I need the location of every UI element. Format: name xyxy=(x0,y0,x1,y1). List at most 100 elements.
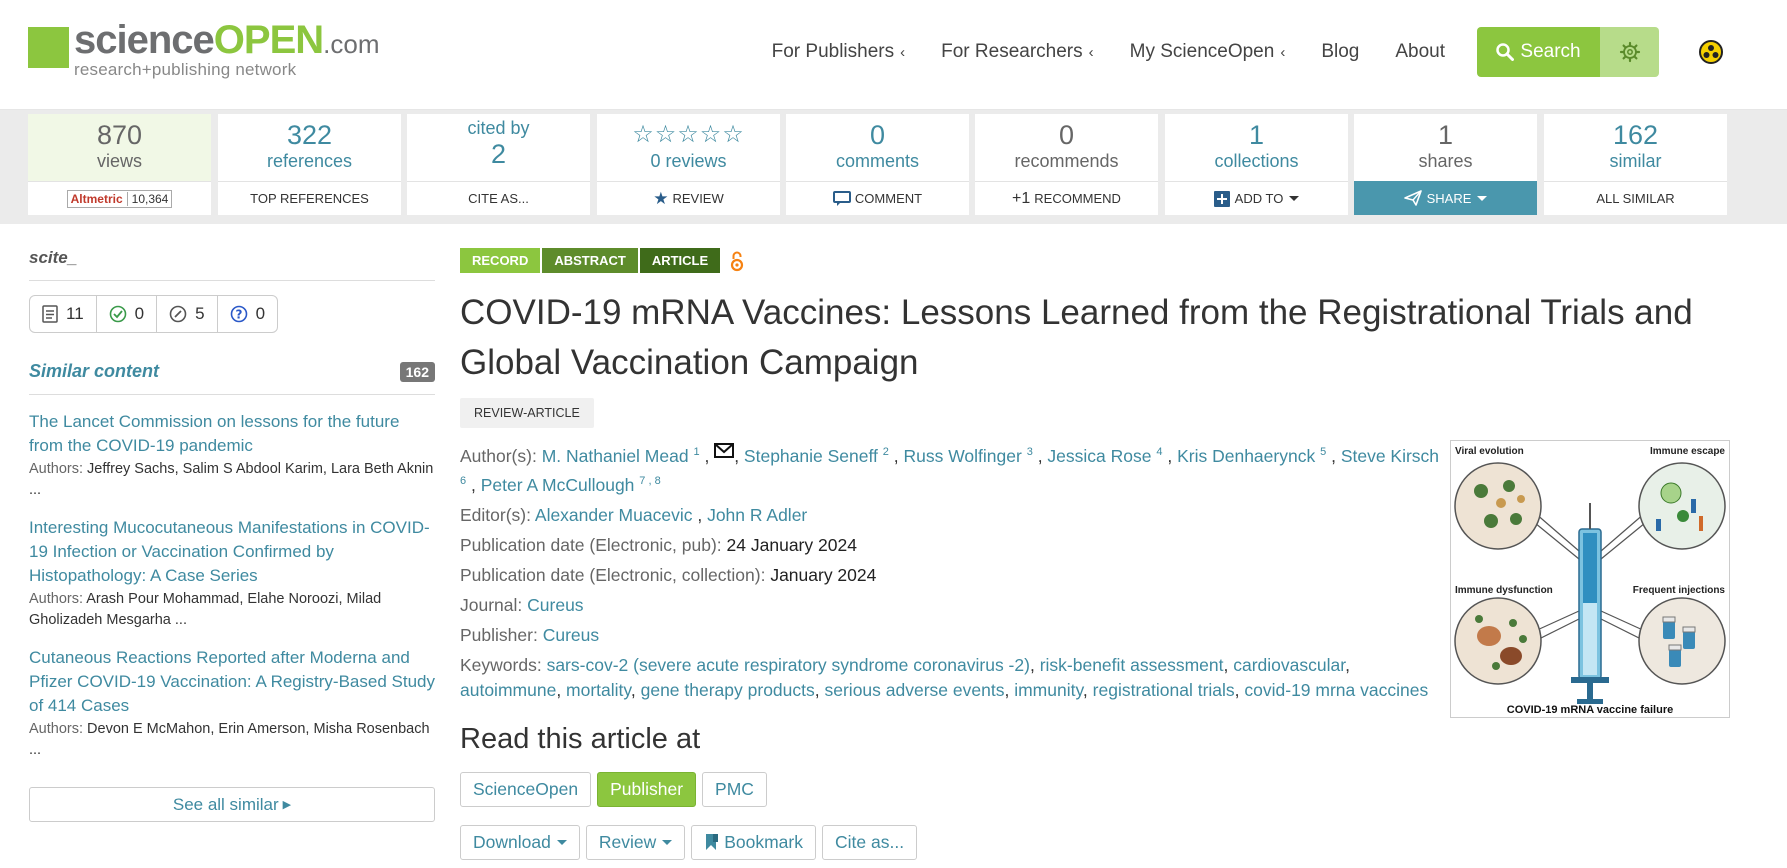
cite-as-dropdown-button[interactable]: Cite as... xyxy=(822,824,918,860)
read-at-scienceopen-button[interactable]: ScienceOpen xyxy=(460,771,592,807)
email-icon[interactable] xyxy=(714,442,735,458)
similar-item-authors: Authors: Jeffrey Sachs, Salim S Abdool K… xyxy=(29,461,434,498)
keyword-link[interactable]: mortality xyxy=(566,680,631,700)
metric-collections: 1 collections ADD TO xyxy=(1165,114,1348,215)
bookmark-button[interactable]: Bookmark xyxy=(691,824,816,860)
metric-views: 870 views Altmetric 10,364 xyxy=(28,114,211,215)
settings-button[interactable] xyxy=(1600,27,1659,77)
altmetric-badge[interactable]: Altmetric 10,364 xyxy=(28,181,211,215)
scite-contrasting: ? 0 xyxy=(218,296,277,332)
author-link[interactable]: M. Nathaniel Mead xyxy=(542,446,689,466)
read-at-publisher-button[interactable]: Publisher xyxy=(597,771,697,807)
keyword-link[interactable]: gene therapy products xyxy=(641,680,815,700)
see-all-similar-button[interactable]: See all similar ▶ xyxy=(29,787,435,822)
scite-supporting: 0 xyxy=(97,296,158,332)
slash-circle-icon xyxy=(169,305,187,323)
scite-badge[interactable]: 11 0 5 ? 0 xyxy=(29,295,279,333)
similar-item: Interesting Mucocutaneous Manifestations… xyxy=(29,516,435,631)
article-title: COVID-19 mRNA Vaccines: Lessons Learned … xyxy=(460,293,1693,382)
scienceopen-logo[interactable]: scienceOPEN.com research+publishing netw… xyxy=(28,20,379,78)
chevron-left-icon: ‹ xyxy=(1280,43,1286,61)
search-button[interactable]: Search xyxy=(1477,27,1600,77)
authors-row: Author(s): M. Nathaniel Mead 1 , , Steph… xyxy=(460,440,1440,498)
author-link[interactable]: Jessica Rose xyxy=(1047,446,1151,466)
add-to-button[interactable]: ADD TO xyxy=(1165,181,1348,215)
caret-down-icon xyxy=(662,839,673,845)
graphical-abstract-image: Viral evolution Immune escape Immune dys… xyxy=(1454,446,1726,716)
similar-count-badge: 162 xyxy=(399,361,435,382)
editor-link[interactable]: John R Adler xyxy=(707,505,807,525)
logo-square xyxy=(28,27,69,68)
keyword-link[interactable]: autoimmune xyxy=(460,680,556,700)
scite-logo[interactable]: scite_ xyxy=(29,248,435,281)
similar-item-title[interactable]: Cutaneous Reactions Reported after Moder… xyxy=(29,646,435,718)
keyword-link[interactable]: risk-benefit assessment xyxy=(1040,655,1224,675)
metric-comments: 0 comments COMMENT xyxy=(786,114,969,215)
sidebar: scite_ 11 0 5 ? 0 Similar content 162 Th… xyxy=(29,248,435,822)
plus-square-icon xyxy=(1213,190,1230,207)
similar-item-authors: Authors: Devon E McMahon, Erin Amerson, … xyxy=(29,721,430,758)
read-article-buttons: ScienceOpen Publisher PMC xyxy=(460,771,1730,807)
graphical-abstract[interactable]: Viral evolution Immune escape Immune dys… xyxy=(1450,440,1730,718)
tag-record[interactable]: RECORD xyxy=(460,248,541,273)
similar-item-title[interactable]: The Lancet Commission on lessons for the… xyxy=(29,410,435,458)
review-dropdown-button[interactable]: Review xyxy=(585,824,686,860)
gear-icon xyxy=(1619,41,1640,63)
author-link[interactable]: Peter A McCullough xyxy=(481,475,635,495)
editor-link[interactable]: Alexander Muacevic xyxy=(535,505,693,525)
check-circle-icon xyxy=(109,305,126,323)
keyword-link[interactable]: immunity xyxy=(1014,680,1083,700)
pubdate-collection-row: Publication date (Electronic, collection… xyxy=(460,564,877,585)
author-link[interactable]: Kris Denhaerynck xyxy=(1177,446,1315,466)
send-icon xyxy=(1403,190,1422,206)
keyword-link[interactable]: sars-cov-2 (severe acute respiratory syn… xyxy=(547,655,1030,675)
metric-references: 322 references TOP REFERENCES xyxy=(218,114,401,215)
nav-about[interactable]: About xyxy=(1395,41,1445,63)
editors-row: Editor(s): Alexander Muacevic , John R A… xyxy=(460,504,808,525)
download-button[interactable]: Download xyxy=(460,824,580,860)
author-link[interactable]: Steve Kirsch xyxy=(1341,446,1439,466)
share-button[interactable]: SHARE xyxy=(1354,181,1537,215)
nav-my-scienceopen[interactable]: My ScienceOpen ‹ xyxy=(1130,41,1286,63)
article-type-tags: RECORD ABSTRACT ARTICLE xyxy=(460,248,1730,273)
similar-item: Cutaneous Reactions Reported after Moder… xyxy=(29,646,435,761)
journal-link[interactable]: Cureus xyxy=(527,595,583,615)
keyword-link[interactable]: registrational trials xyxy=(1093,680,1235,700)
similar-content-title[interactable]: Similar content xyxy=(29,361,159,382)
user-menu-button[interactable] xyxy=(1699,40,1723,64)
chevron-left-icon: ‹ xyxy=(900,43,906,61)
recommend-button[interactable]: +1 RECOMMEND xyxy=(975,181,1158,215)
cite-as-button[interactable]: CITE AS... xyxy=(407,181,590,215)
nav-for-researchers[interactable]: For Researchers ‹ xyxy=(941,41,1094,63)
all-similar-button[interactable]: ALL SIMILAR xyxy=(1544,181,1727,215)
comment-button[interactable]: COMMENT xyxy=(786,181,969,215)
top-references-button[interactable]: TOP REFERENCES xyxy=(218,181,401,215)
metric-recommends: 0 recommends +1 RECOMMEND xyxy=(975,114,1158,215)
open-access-icon xyxy=(731,251,744,271)
caret-down-icon xyxy=(1477,195,1488,201)
publisher-link[interactable]: Cureus xyxy=(543,625,599,645)
review-button[interactable]: ★ REVIEW xyxy=(597,181,780,215)
metric-cited-by: cited by 2 CITE AS... xyxy=(407,114,590,215)
keyword-link[interactable]: serious adverse events xyxy=(825,680,1005,700)
svg-text:Viral evolution: Viral evolution xyxy=(1455,446,1524,457)
article-action-buttons: Download Review Bookmark Cite as... xyxy=(460,824,1730,860)
author-link[interactable]: Stephanie Seneff xyxy=(744,446,878,466)
nav-blog[interactable]: Blog xyxy=(1321,41,1359,63)
similar-item-authors: Authors: Arash Pour Mohammad, Elahe Noro… xyxy=(29,591,382,628)
keyword-link[interactable]: cardiovascular xyxy=(1233,655,1345,675)
question-circle-icon: ? xyxy=(230,305,247,323)
similar-item-title[interactable]: Interesting Mucocutaneous Manifestations… xyxy=(29,516,435,588)
chevron-left-icon: ‹ xyxy=(1088,43,1094,61)
tag-abstract[interactable]: ABSTRACT xyxy=(542,248,638,273)
read-at-pmc-button[interactable]: PMC xyxy=(702,771,767,807)
tag-article[interactable]: ARTICLE xyxy=(639,248,721,273)
metric-shares: 1 shares SHARE xyxy=(1354,114,1537,215)
document-lines-icon xyxy=(42,305,58,323)
scite-mentioning: 5 xyxy=(157,296,218,332)
nav-for-publishers[interactable]: For Publishers ‹ xyxy=(772,41,906,63)
author-link[interactable]: Russ Wolfinger xyxy=(903,446,1021,466)
pubdate-pub-row: Publication date (Electronic, pub): 24 J… xyxy=(460,534,857,555)
keywords-row: Keywords: sars-cov-2 (severe acute respi… xyxy=(460,654,1429,700)
keyword-link[interactable]: covid-19 mrna vaccines xyxy=(1244,680,1428,700)
